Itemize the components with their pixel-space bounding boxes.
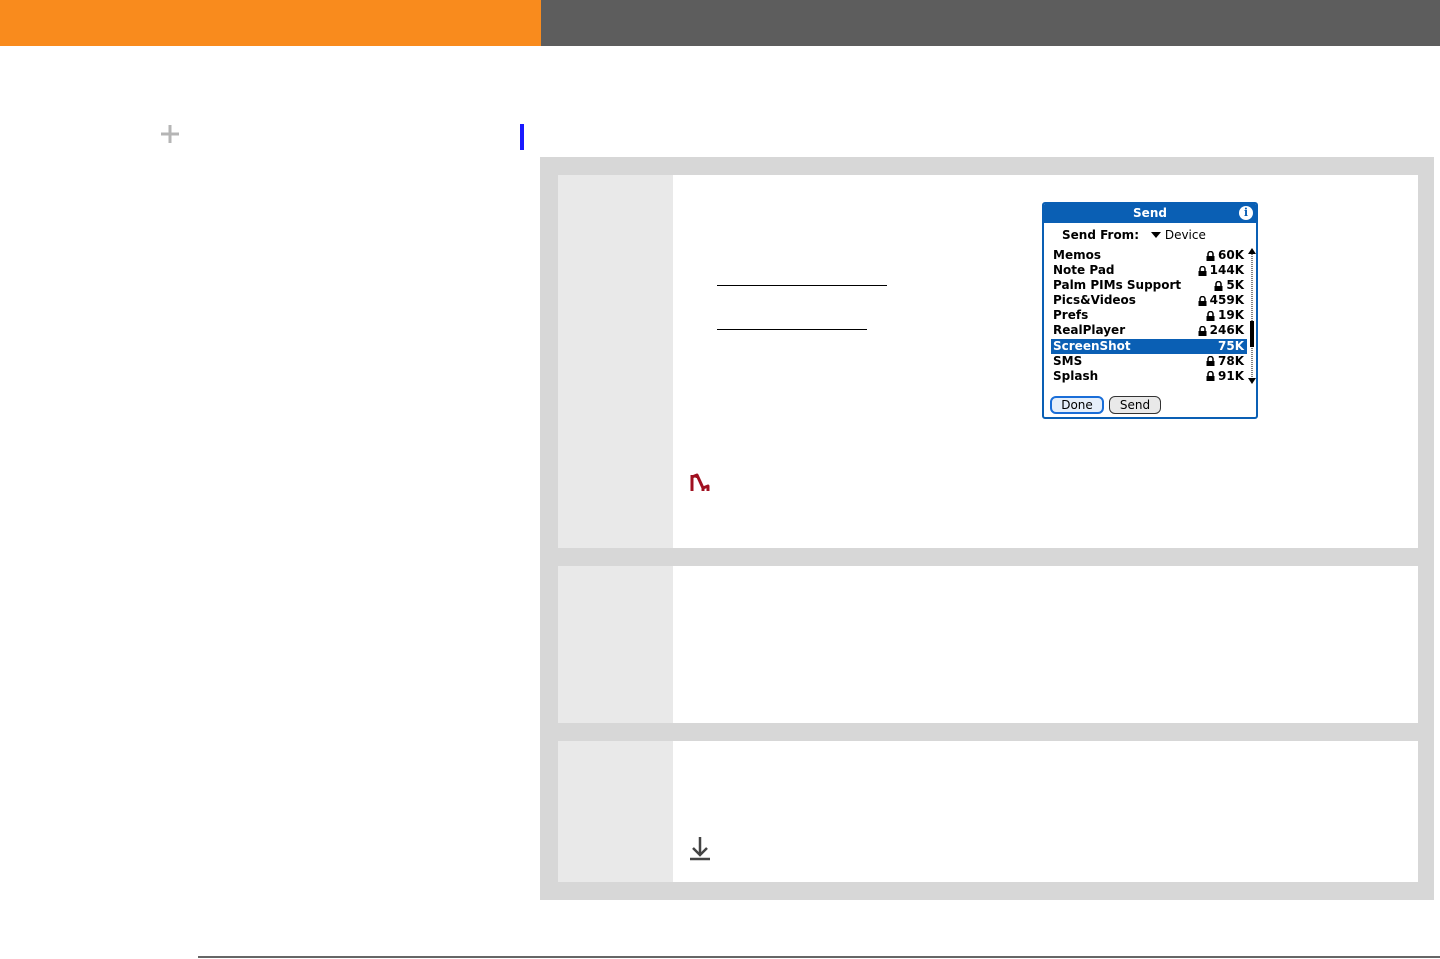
app-list-item[interactable]: Note Pad 144K — [1051, 263, 1247, 278]
app-size: 60K — [1218, 248, 1244, 262]
step-number-cell — [558, 175, 673, 548]
step-row-2 — [558, 566, 1418, 723]
send-from-row: Send From: Device — [1062, 228, 1206, 242]
app-size-group: 60K — [1206, 248, 1244, 263]
header-orange-bar — [0, 0, 541, 46]
send-from-dropdown[interactable]: Device — [1143, 228, 1206, 242]
dropdown-arrow-icon — [1150, 232, 1161, 238]
link-underline[interactable] — [717, 285, 887, 286]
app-name: Memos — [1053, 248, 1101, 262]
app-size: 78K — [1218, 353, 1244, 368]
app-list-item[interactable]: Splash 91K — [1051, 369, 1247, 384]
header-gray-bar — [541, 0, 1440, 46]
app-size: 144K — [1209, 263, 1244, 278]
app-name: ScreenShot — [1053, 338, 1131, 353]
app-size-group: 246K — [1198, 323, 1244, 338]
app-size-group: 144K — [1198, 263, 1244, 278]
app-name: RealPlayer — [1053, 323, 1126, 338]
send-button[interactable]: Send — [1109, 396, 1161, 414]
lock-icon — [1214, 280, 1223, 291]
step-row-1 — [558, 175, 1418, 548]
footer-rule — [198, 956, 1440, 958]
link-underline[interactable] — [717, 329, 867, 330]
app-size: 459K — [1209, 293, 1244, 308]
tip-note-icon — [690, 473, 710, 491]
app-list-item[interactable]: Pics&Videos 459K — [1051, 293, 1247, 308]
app-list-item[interactable]: Memos 60K — [1051, 248, 1247, 263]
app-name: Note Pad — [1053, 263, 1115, 278]
step-number-cell — [558, 741, 673, 882]
app-list-item[interactable]: ScreenShot 75K — [1051, 338, 1247, 354]
lock-icon — [1198, 295, 1207, 306]
app-size: 246K — [1209, 323, 1244, 338]
app-name: Prefs — [1053, 308, 1089, 323]
send-dialog: Send i Send From: Device Memos 60K Note Pa… — [1042, 202, 1258, 419]
app-list-item[interactable]: RealPlayer 246K — [1051, 323, 1247, 338]
app-size-group: 19K — [1206, 308, 1244, 323]
steps-panel — [540, 157, 1434, 900]
dialog-title: Send — [1044, 204, 1256, 223]
app-name: Palm PIMs Support — [1053, 278, 1182, 293]
lock-icon — [1206, 310, 1215, 321]
scrollbar[interactable] — [1248, 248, 1256, 384]
step-row-3 — [558, 741, 1418, 882]
app-size: 75K — [1218, 338, 1244, 353]
app-size: 5K — [1226, 278, 1244, 293]
step-number-cell — [558, 566, 673, 723]
download-arrow-icon — [690, 837, 710, 861]
app-name: Pics&Videos — [1053, 293, 1136, 308]
app-size: 19K — [1218, 308, 1244, 323]
lock-icon — [1198, 265, 1207, 276]
lock-icon — [1206, 371, 1215, 382]
app-list-item[interactable]: Prefs 19K — [1051, 308, 1247, 323]
app-size-group: 75K — [1218, 339, 1244, 354]
send-from-value: Device — [1164, 228, 1206, 242]
app-size-group: 78K — [1206, 354, 1244, 369]
app-size-group: 5K — [1214, 278, 1244, 293]
app-list: Memos 60K Note Pad 144K Palm PIMs Support 5K P… — [1051, 248, 1247, 384]
step-body — [673, 566, 1418, 723]
app-size-group: 459K — [1198, 293, 1244, 308]
app-list-item[interactable]: Palm PIMs Support 5K — [1051, 278, 1247, 293]
lock-icon — [1206, 356, 1215, 367]
app-name: SMS — [1053, 353, 1083, 368]
done-button[interactable]: Done — [1050, 396, 1104, 414]
lock-icon — [1198, 325, 1207, 336]
app-size: 91K — [1218, 368, 1244, 383]
lock-icon — [1206, 250, 1215, 261]
app-list-item[interactable]: SMS 78K — [1051, 354, 1247, 369]
section-marker — [520, 124, 524, 150]
plus-icon — [161, 125, 179, 143]
app-name: Splash — [1053, 368, 1099, 383]
info-icon[interactable]: i — [1239, 206, 1253, 220]
app-size-group: 91K — [1206, 369, 1244, 384]
step-body — [673, 741, 1418, 882]
send-from-label: Send From: — [1062, 228, 1139, 242]
